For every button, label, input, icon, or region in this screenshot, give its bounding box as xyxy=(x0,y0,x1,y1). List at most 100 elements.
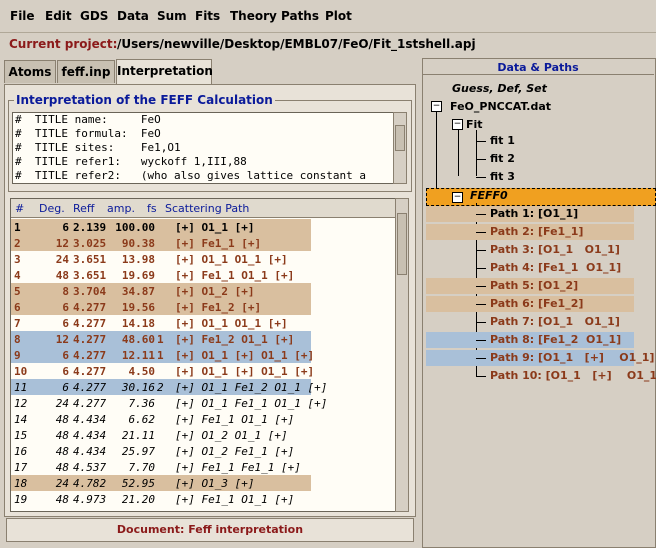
cell-idx: 2 xyxy=(14,237,21,250)
cell-path: [+] Fe1_1 [+] xyxy=(175,237,262,250)
table-row[interactable]: 6 6 4.277 19.56 [+] Fe1_2 [+] xyxy=(11,299,311,315)
tree-path-item[interactable]: Path 8: [Fe1_2 O1_1] xyxy=(490,333,621,346)
table-row[interactable]: 1 6 2.139 100.00 [+] O1_1 [+] xyxy=(11,219,311,235)
collapse-icon[interactable]: − xyxy=(431,101,442,112)
table-row[interactable]: 17 48 4.537 7.70 [+] Fe1_1 Fe1_1 [+] xyxy=(11,459,311,475)
tree-line xyxy=(476,130,477,176)
table-row[interactable]: 16 48 4.434 25.97 [+] O1_2 Fe1_1 [+] xyxy=(11,443,311,459)
data-paths-title: Data & Paths xyxy=(497,61,579,74)
col-amplitude[interactable]: amp. xyxy=(107,202,135,215)
tab-feff-inp[interactable]: feff.inp xyxy=(57,60,115,83)
cell-idx: 16 xyxy=(14,445,28,458)
tree-fit-item[interactable]: fit 1 xyxy=(490,134,515,147)
table-row[interactable]: 10 6 4.277 4.50 [+] O1_1 [+] O1_1 [+] xyxy=(11,363,315,379)
cell-path: [+] O1_1 Fe1_1 O1_1 [+] xyxy=(175,397,328,410)
col-fs[interactable]: fs xyxy=(147,202,157,215)
tree-path-item[interactable]: Path 5: [O1_2] xyxy=(490,279,578,292)
cell-amp: 7.70 xyxy=(128,461,156,474)
tree-line xyxy=(476,141,486,142)
cell-idx: 5 xyxy=(14,285,21,298)
table-row[interactable]: 19 48 4.973 21.20 [+] Fe1_1 O1_1 [+] xyxy=(11,491,311,507)
cell-reff: 4.434 xyxy=(73,413,107,426)
col-reff[interactable]: Reff xyxy=(73,202,95,215)
table-row[interactable]: 7 6 4.277 14.18 [+] O1_1 O1_1 [+] xyxy=(11,315,311,331)
tree-path-item[interactable]: Path 4: [Fe1_1 O1_1] xyxy=(490,261,621,274)
cell-idx: 11 xyxy=(14,381,28,394)
title-scrollbar[interactable] xyxy=(393,112,407,184)
cell-idx: 10 xyxy=(14,365,28,378)
table-row[interactable]: 15 48 4.434 21.11 [+] O1_2 O1_1 [+] xyxy=(11,427,311,443)
table-scrollbar[interactable] xyxy=(395,198,409,512)
menu-paths[interactable]: Paths xyxy=(281,9,319,23)
tree-line xyxy=(458,130,459,176)
cell-deg: 24 xyxy=(55,397,69,410)
table-row[interactable]: 11 6 4.277 30.16 2 [+] O1_1 Fe1_2 O1_1 [+] xyxy=(11,379,327,395)
cell-idx: 8 xyxy=(14,333,21,346)
tree-path-item[interactable]: Path 2: [Fe1_1] xyxy=(490,225,583,238)
feff-title-text[interactable]: # TITLE name: FeO # TITLE formula: FeO #… xyxy=(12,112,394,184)
cell-path: [+] Fe1_1 Fe1_1 [+] xyxy=(175,461,301,474)
table-row[interactable]: 9 6 4.277 12.11 1 [+] O1_1 [+] O1_1 [+] xyxy=(11,347,314,363)
cell-amp: 52.95 xyxy=(121,477,155,490)
cell-path: [+] O1_2 Fe1_1 [+] xyxy=(175,445,295,458)
table-row[interactable]: 14 48 4.434 6.62 [+] Fe1_1 O1_1 [+] xyxy=(11,411,311,427)
tree-path-item[interactable]: Path 6: [Fe1_2] xyxy=(490,297,583,310)
cell-amp: 25.97 xyxy=(121,445,155,458)
cell-path: [+] Fe1_2 O1_1 [+] xyxy=(175,333,295,346)
menu-sum[interactable]: Sum xyxy=(157,9,187,23)
col-degeneracy[interactable]: Deg. xyxy=(39,202,65,215)
table-row[interactable]: 4 48 3.651 19.69 [+] Fe1_1 O1_1 [+] xyxy=(11,267,311,283)
cell-amp: 19.56 xyxy=(121,301,155,314)
cell-deg: 12 xyxy=(55,333,69,346)
menu-data[interactable]: Data xyxy=(117,9,149,23)
tab-interpretation[interactable]: Interpretation xyxy=(116,59,213,84)
cell-path: [+] O1_2 O1_1 [+] xyxy=(175,429,288,442)
tree-path-item[interactable]: Path 9: [O1_1 [+] O1_1] xyxy=(490,351,654,364)
menu-plot[interactable]: Plot xyxy=(325,9,352,23)
tree-fit-item[interactable]: fit 2 xyxy=(490,152,515,165)
collapse-icon[interactable]: − xyxy=(452,119,463,130)
cell-amp: 19.69 xyxy=(121,269,155,282)
tree-fit[interactable]: Fit xyxy=(466,118,483,131)
tree-path-item[interactable]: Path 1: [O1_1] xyxy=(490,207,578,220)
table-row[interactable]: 8 12 4.277 48.60 1 [+] Fe1_2 O1_1 [+] xyxy=(11,331,311,347)
menu-fits[interactable]: Fits xyxy=(195,9,220,23)
table-row[interactable]: 18 24 4.782 52.95 [+] O1_3 [+] xyxy=(11,475,311,491)
cell-idx: 9 xyxy=(14,349,21,362)
table-row[interactable]: 2 12 3.025 90.38 [+] Fe1_1 [+] xyxy=(11,235,311,251)
tree-feff[interactable]: FEFF0 xyxy=(470,189,508,202)
cell-reff: 4.277 xyxy=(73,381,107,394)
cell-amp: 14.18 xyxy=(121,317,155,330)
cell-reff: 3.025 xyxy=(73,237,107,250)
tree-path-item[interactable]: Path 10: [O1_1 [+] O1_1] xyxy=(490,369,656,382)
col-index[interactable]: # xyxy=(15,202,24,215)
table-row[interactable]: 12 24 4.277 7.36 [+] O1_1 Fe1_1 O1_1 [+] xyxy=(11,395,327,411)
title-scroll-thumb[interactable] xyxy=(395,125,405,151)
cell-idx: 6 xyxy=(14,301,21,314)
tree-dataset[interactable]: FeO_PNCCAT.dat xyxy=(450,100,551,113)
menu-gds[interactable]: GDS xyxy=(80,9,108,23)
menu-theory[interactable]: Theory xyxy=(230,9,277,23)
tree-gds[interactable]: Guess, Def, Set xyxy=(452,82,547,95)
tree-path-item[interactable]: Path 7: [O1_1 O1_1] xyxy=(490,315,620,328)
tree-line xyxy=(436,112,437,196)
table-row[interactable]: 3 24 3.651 13.98 [+] O1_1 O1_1 [+] xyxy=(11,251,311,267)
tree-line xyxy=(476,268,486,269)
table-scroll-thumb[interactable] xyxy=(397,213,407,275)
col-scattering-path[interactable]: Scattering Path xyxy=(165,202,249,215)
cell-idx: 15 xyxy=(14,429,28,442)
cell-path: [+] O1_1 [+] O1_1 [+] xyxy=(175,365,315,378)
tree-fit-item[interactable]: fit 3 xyxy=(490,170,515,183)
cell-reff: 3.704 xyxy=(73,285,107,298)
menu-file[interactable]: File xyxy=(10,9,35,23)
table-row[interactable]: 5 8 3.704 34.87 [+] O1_2 [+] xyxy=(11,283,311,299)
cell-deg: 12 xyxy=(55,237,69,250)
collapse-icon[interactable]: − xyxy=(452,192,463,203)
tree-path-item[interactable]: Path 3: [O1_1 O1_1] xyxy=(490,243,620,256)
cell-idx: 19 xyxy=(14,493,28,506)
cell-amp: 90.38 xyxy=(121,237,155,250)
menu-edit[interactable]: Edit xyxy=(45,9,72,23)
cell-reff: 4.434 xyxy=(73,445,107,458)
tab-atoms[interactable]: Atoms xyxy=(4,60,56,83)
tree-line xyxy=(476,250,486,251)
